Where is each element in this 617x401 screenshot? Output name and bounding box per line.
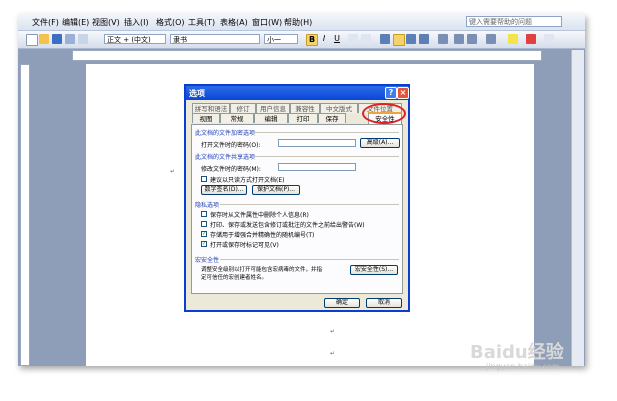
tab-print[interactable]: 打印 [288, 113, 318, 123]
open-password-field[interactable] [278, 139, 356, 147]
menu-format[interactable]: 格式(O) [156, 17, 185, 28]
baidu-watermark: Baidu经验 [470, 342, 564, 363]
vertical-ruler [20, 64, 30, 366]
italic-icon[interactable]: I [319, 34, 329, 44]
more-options-icon[interactable] [544, 34, 554, 44]
underline-icon[interactable]: U [332, 34, 342, 44]
tab-view[interactable]: 视图 [192, 113, 220, 123]
tab-spelling[interactable]: 拼写和语法 [192, 103, 230, 113]
section-divider [220, 259, 399, 260]
undo-icon[interactable] [78, 34, 88, 44]
dialog-title: 选项 [189, 89, 205, 98]
privacy-option-label: 保存时从文件属性中删除个人信息(R) [210, 212, 309, 219]
align-center-icon[interactable] [393, 34, 405, 46]
font-combo[interactable]: 隶书 [170, 34, 260, 44]
bold-icon[interactable]: B [306, 34, 318, 46]
menu-view[interactable]: 视图(V) [92, 17, 120, 28]
menu-tools[interactable]: 工具(T) [188, 17, 215, 28]
modify-password-label: 修改文件时的密码(M): [201, 166, 261, 173]
char-shading-icon[interactable] [361, 34, 371, 44]
help-search-input[interactable]: 键入需要帮助的问题 [466, 16, 562, 27]
horizontal-ruler [72, 50, 542, 61]
numbering-icon[interactable] [454, 34, 464, 44]
line-spacing-icon[interactable] [438, 34, 448, 44]
toolbar: 正文 + (中文) 隶书 小一 B I U [18, 31, 585, 49]
vertical-scrollbar[interactable] [571, 50, 584, 366]
justify-icon[interactable] [419, 34, 429, 44]
privacy-option-label: 打开或保存时标记可见(V) [210, 242, 279, 249]
tab-general[interactable]: 常规 [220, 113, 254, 123]
macro-description-line: 定可信任的宏创建者姓名。 [201, 275, 268, 281]
readonly-label: 建议以只读方式打开文档(E) [210, 177, 285, 184]
open-folder-icon[interactable] [39, 34, 49, 44]
section-divider [254, 132, 399, 133]
ok-button[interactable]: 确定 [324, 298, 360, 308]
watermark-url: jingyan.baidu.com [486, 362, 560, 371]
tab-edit[interactable]: 编辑 [254, 113, 288, 123]
print-icon[interactable] [65, 34, 75, 44]
security-panel: 此文档的文件加密选项 打开文件时的密码(O): 高级(A)... 此文档的文件共… [191, 124, 403, 294]
tab-save[interactable]: 保存 [318, 113, 346, 123]
menu-window[interactable]: 窗口(W) [252, 17, 282, 28]
align-right-icon[interactable] [406, 34, 416, 44]
section-macro: 宏安全性 [195, 257, 220, 264]
style-combo[interactable]: 正文 + (中文) [104, 34, 166, 44]
paragraph-mark: ↵ [170, 168, 176, 175]
tab-compatibility[interactable]: 兼容性 [290, 103, 320, 113]
privacy-checkbox[interactable] [201, 221, 207, 227]
section-encryption: 此文档的文件加密选项 [195, 130, 256, 137]
paragraph-mark: ↵ [330, 328, 336, 335]
privacy-checkbox[interactable] [201, 211, 207, 217]
readonly-checkbox[interactable] [201, 176, 207, 182]
indent-icon[interactable] [486, 34, 496, 44]
privacy-checkbox-checked[interactable]: ✓ [201, 241, 207, 247]
section-divider [220, 204, 399, 205]
dialog-title-bar[interactable]: 选项 ? × [186, 86, 409, 100]
macro-description-line: 调整安全级别以打开可能包含宏病毒的文件，并指 [201, 267, 323, 273]
cancel-button[interactable]: 取消 [366, 298, 402, 308]
privacy-option-label: 打印、保存或发送包含修订或批注的文件之前给出警告(W) [210, 222, 365, 229]
modify-password-field[interactable] [278, 163, 356, 171]
tab-user-info[interactable]: 用户信息 [256, 103, 290, 113]
tab-chinese-layout[interactable]: 中文版式 [320, 103, 358, 113]
new-document-icon[interactable] [26, 34, 38, 46]
open-password-label: 打开文件时的密码(O): [201, 142, 261, 149]
menu-insert[interactable]: 插入(I) [124, 17, 149, 28]
close-icon[interactable]: × [397, 87, 409, 99]
paragraph-mark: ↵ [330, 350, 336, 357]
char-border-icon[interactable] [348, 34, 358, 44]
bullets-icon[interactable] [467, 34, 477, 44]
privacy-checkbox-checked[interactable]: ✓ [201, 231, 207, 237]
digital-signature-button[interactable]: 数字签名(D)... [201, 185, 247, 195]
menu-file[interactable]: 文件(F) [32, 17, 59, 28]
advanced-button[interactable]: 高级(A)... [360, 138, 400, 148]
section-privacy: 隐私选项 [195, 202, 220, 209]
menu-edit[interactable]: 编辑(E) [62, 17, 89, 28]
section-divider [254, 156, 399, 157]
menu-table[interactable]: 表格(A) [220, 17, 248, 28]
options-dialog: 选项 ? × 拼写和语法 修订 用户信息 兼容性 中文版式 文件位置 视图 常规… [184, 84, 410, 312]
section-sharing: 此文档的文件共享选项 [195, 154, 256, 161]
menu-help[interactable]: 帮助(H) [284, 17, 312, 28]
privacy-option-label: 存储用于增强合并精确性的随机编号(T) [210, 232, 315, 239]
menu-bar: 文件(F) 编辑(E) 视图(V) 插入(I) 格式(O) 工具(T) 表格(A… [18, 14, 585, 31]
macro-security-button[interactable]: 宏安全性(S)... [350, 265, 398, 275]
align-left-icon[interactable] [380, 34, 390, 44]
help-icon[interactable]: ? [385, 87, 397, 99]
font-color-icon[interactable] [526, 34, 536, 44]
highlight-circle [362, 103, 406, 124]
save-icon[interactable] [52, 34, 62, 44]
font-size-combo[interactable]: 小一 [264, 34, 298, 44]
protect-document-button[interactable]: 保护文档(P)... [252, 185, 300, 195]
tab-track-changes[interactable]: 修订 [230, 103, 256, 113]
highlight-icon[interactable] [508, 34, 518, 44]
